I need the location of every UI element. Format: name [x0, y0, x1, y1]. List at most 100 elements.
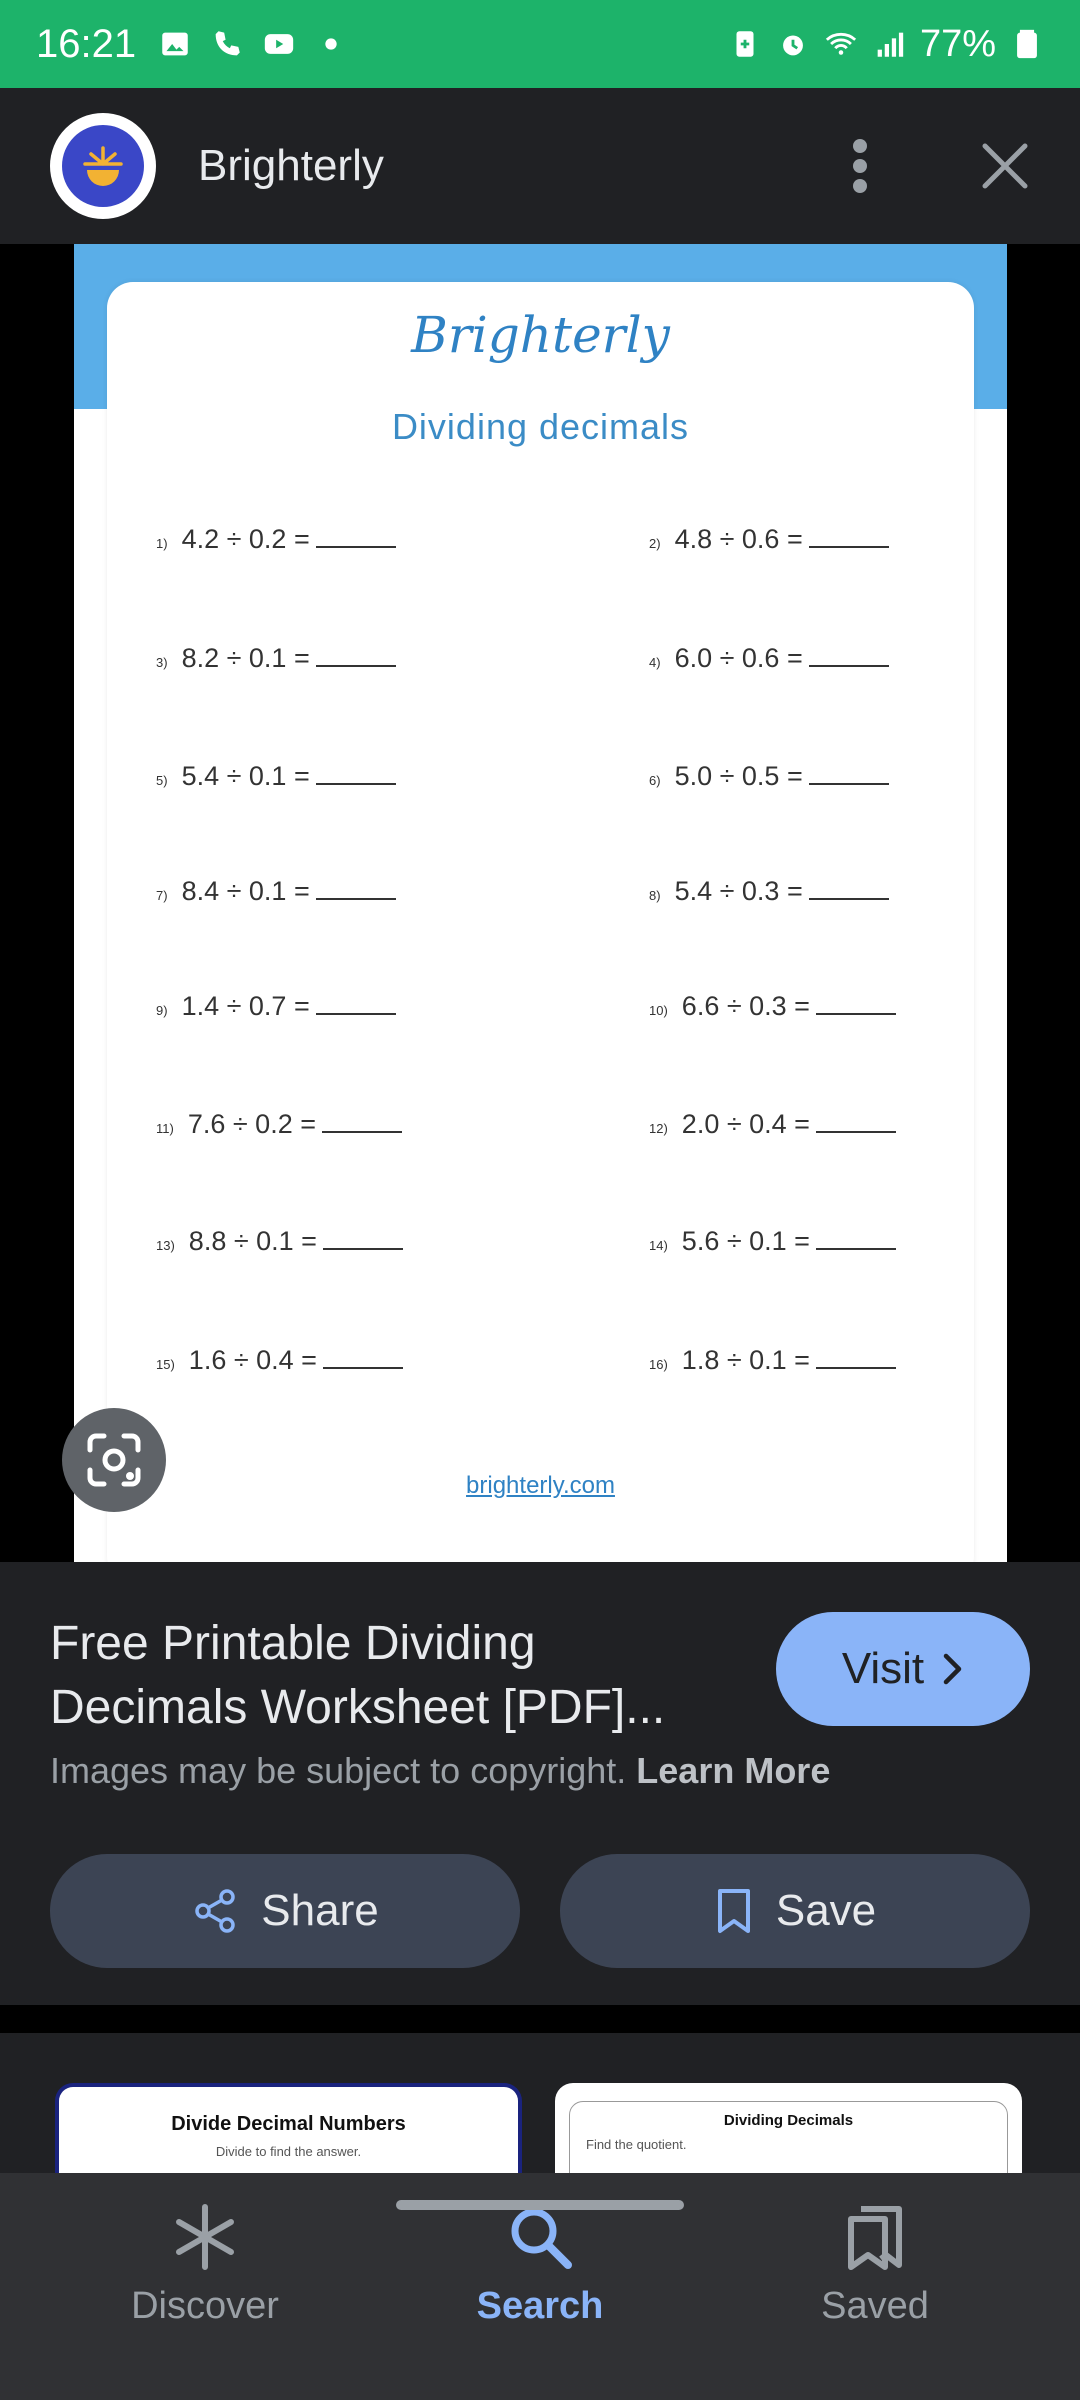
problem-text: 6.6 ÷ 0.3 = [681, 991, 810, 1021]
share-icon [195, 1889, 236, 1933]
problem-text: 5.4 ÷ 0.1 = [181, 761, 310, 791]
problem-number: 1) [156, 536, 168, 551]
related-thumbnail[interactable]: Divide Decimal Numbers Divide to find th… [55, 2083, 522, 2173]
worksheet-title: Dividing decimals [391, 406, 690, 447]
problem-number: 4) [649, 655, 661, 670]
worksheet-problem: 5) 5.4 ÷ 0.1 = [156, 761, 396, 792]
lens-button[interactable] [62, 1408, 166, 1512]
problem-text: 6.0 ÷ 0.6 = [674, 643, 803, 673]
sun-logo-icon [83, 146, 123, 186]
problem-number: 3) [156, 655, 168, 670]
answer-blank [315, 645, 396, 667]
worksheet-problem: 4) 6.0 ÷ 0.6 = [649, 643, 889, 674]
share-label: Share [261, 1886, 379, 1935]
battery-icon [1017, 29, 1037, 59]
problem-number: 16) [649, 1357, 668, 1372]
worksheet-problem: 3) 8.2 ÷ 0.1 = [156, 643, 396, 674]
problem-number: 6) [649, 773, 661, 788]
image-preview[interactable]: Brighterly Dividing decimals 1) 4.2 ÷ 0.2… [0, 244, 1080, 1562]
visit-button[interactable]: Visit [776, 1612, 1030, 1726]
problem-number: 8) [649, 888, 661, 903]
battery-saver-icon [736, 31, 754, 57]
bookmarks-icon [848, 2206, 902, 2270]
source-header: Brighterly [0, 88, 1080, 244]
bookmark-icon [717, 1889, 750, 1933]
problem-number: 9) [156, 1003, 168, 1018]
phone-icon [215, 31, 240, 56]
worksheet-footer: brighterly.com [466, 1472, 615, 1499]
problem-text: 1.8 ÷ 0.1 = [681, 1345, 810, 1375]
worksheet-problem: 1) 4.2 ÷ 0.2 = [156, 524, 396, 555]
copyright-notice: Images may be subject to copyright. Lear… [50, 1750, 830, 1792]
share-button[interactable]: Share [50, 1854, 520, 1968]
problem-text: 5.0 ÷ 0.5 = [674, 761, 803, 791]
status-time: 16:21 [36, 21, 137, 66]
nav-discover[interactable]: Discover [75, 2203, 335, 2328]
problem-number: 5) [156, 773, 168, 788]
problem-text: 8.8 ÷ 0.1 = [188, 1226, 317, 1256]
answer-blank [808, 526, 889, 548]
problem-number: 13) [156, 1238, 175, 1253]
related-thumbnail[interactable]: Dividing Decimals Find the quotient. [555, 2083, 1022, 2173]
problem-text: 4.8 ÷ 0.6 = [674, 524, 803, 554]
answer-blank [315, 993, 396, 1015]
problem-text: 1.4 ÷ 0.7 = [181, 991, 310, 1021]
answer-blank [808, 645, 889, 667]
answer-blank [815, 1347, 896, 1369]
problem-number: 14) [649, 1238, 668, 1253]
answer-blank [315, 878, 396, 900]
worksheet-problem: 15) 1.6 ÷ 0.4 = [156, 1345, 403, 1376]
close-icon[interactable] [980, 141, 1030, 191]
answer-blank [808, 763, 889, 785]
problem-text: 5.4 ÷ 0.3 = [674, 876, 803, 906]
problem-text: 4.2 ÷ 0.2 = [181, 524, 310, 554]
nav-label: Discover [131, 2285, 279, 2327]
worksheet-problem: 2) 4.8 ÷ 0.6 = [649, 524, 889, 555]
search-icon [511, 2208, 572, 2269]
worksheet-problem: 6) 5.0 ÷ 0.5 = [649, 761, 889, 792]
save-label: Save [775, 1886, 877, 1935]
worksheet-image: Brighterly Dividing decimals 1) 4.2 ÷ 0.2… [74, 244, 1007, 1562]
nav-label: Search [476, 2285, 604, 2327]
problem-text: 1.6 ÷ 0.4 = [188, 1345, 317, 1375]
worksheet-problem: 8) 5.4 ÷ 0.3 = [649, 876, 889, 907]
site-name[interactable]: Brighterly [198, 141, 384, 191]
nav-saved[interactable]: Saved [745, 2203, 1005, 2328]
worksheet-problem: 14) 5.6 ÷ 0.1 = [649, 1226, 896, 1257]
site-logo[interactable] [50, 113, 156, 219]
problem-number: 7) [156, 888, 168, 903]
thumbnail-title: Dividing Decimals [723, 2112, 854, 2129]
nav-search[interactable]: Search [410, 2203, 670, 2328]
worksheet-problem: 13) 8.8 ÷ 0.1 = [156, 1226, 403, 1257]
worksheet-problem: 7) 8.4 ÷ 0.1 = [156, 876, 396, 907]
learn-more-link[interactable]: Learn More [636, 1750, 830, 1791]
related-images: Divide Decimal Numbers Divide to find th… [0, 2033, 1080, 2173]
answer-blank [815, 993, 896, 1015]
more-options-icon[interactable] [850, 138, 870, 194]
problem-number: 2) [649, 536, 661, 551]
answer-blank [808, 878, 889, 900]
thumbnail-subtitle: Divide to find the answer. [215, 2144, 362, 2159]
answer-blank [815, 1111, 896, 1133]
lens-camera-icon [87, 1433, 141, 1487]
answer-blank [322, 1347, 403, 1369]
problem-number: 11) [156, 1121, 174, 1136]
home-indicator[interactable] [396, 2200, 684, 2210]
answer-blank [322, 1111, 402, 1133]
youtube-icon [264, 34, 294, 54]
visit-label: Visit [841, 1644, 925, 1693]
answer-blank [815, 1228, 896, 1250]
thumbnail-subtitle: Find the quotient. [586, 2137, 687, 2152]
problem-number: 12) [649, 1121, 668, 1136]
result-title[interactable]: Free Printable Dividing Decimals Workshe… [50, 1612, 730, 1740]
problem-text: 8.2 ÷ 0.1 = [181, 643, 310, 673]
problem-text: 5.6 ÷ 0.1 = [681, 1226, 810, 1256]
image-info-panel: Free Printable Dividing Decimals Workshe… [0, 1562, 1080, 2005]
save-button[interactable]: Save [560, 1854, 1030, 1968]
thumbnail-title: Divide Decimal Numbers [171, 2113, 406, 2135]
alarm-icon [783, 35, 803, 56]
worksheet-problem: 11) 7.6 ÷ 0.2 = [156, 1109, 402, 1140]
answer-blank [315, 763, 396, 785]
problem-number: 10) [649, 1003, 668, 1018]
dot-icon [325, 38, 337, 50]
